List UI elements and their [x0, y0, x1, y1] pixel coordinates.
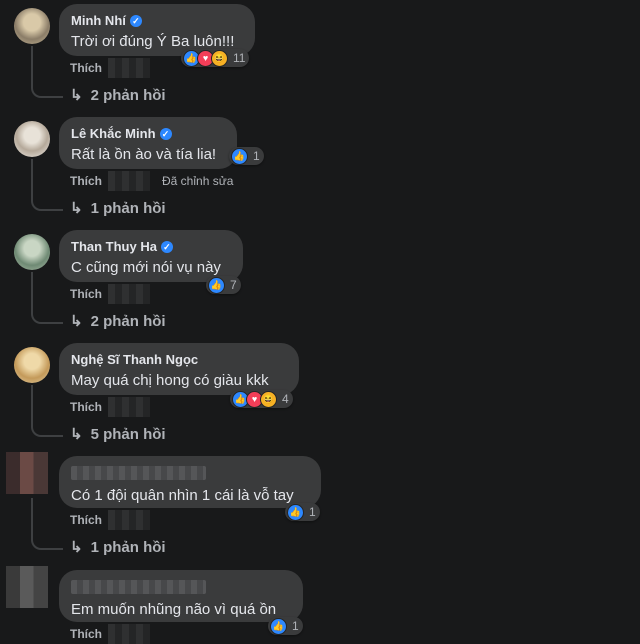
reply-arrow-icon: ↳	[70, 87, 83, 104]
reply-arrow-icon: ↳	[70, 200, 83, 217]
thread-line	[31, 385, 33, 423]
reaction-count: 1	[292, 619, 299, 633]
like-icon: 👍	[231, 147, 248, 165]
comment-actions: Thích Đã chỉnh sửa	[70, 171, 233, 191]
like-link[interactable]: Thích	[70, 61, 102, 75]
comment-actions: Thích	[70, 58, 150, 78]
avatar[interactable]	[14, 347, 50, 383]
avatar[interactable]	[14, 234, 50, 270]
commenter-name[interactable]: Than Thuy Ha	[71, 239, 157, 254]
like-link[interactable]: Thích	[70, 287, 102, 301]
comment-bubble: Có 1 đội quân nhìn 1 cái là vỗ tay	[59, 456, 321, 508]
comment-bubble: Than Thuy Ha ✓ C cũng mới nói vụ này	[59, 230, 243, 282]
comment-text: C cũng mới nói vụ này	[71, 259, 221, 276]
reaction-summary[interactable]: 👍 ♥ 😆 4	[230, 390, 293, 408]
blurred-timestamp	[108, 284, 150, 304]
blurred-commenter-name	[71, 580, 206, 594]
reply-arrow-icon: ↳	[70, 313, 83, 330]
thread-line	[31, 159, 33, 197]
comment-text: Rất là ồn ào và tía lia!	[71, 146, 217, 163]
like-link[interactable]: Thích	[70, 627, 102, 641]
reaction-count: 1	[253, 149, 260, 163]
view-replies-link[interactable]: ↳ 1 phản hồi	[70, 199, 166, 218]
replies-count-label: 5 phản hồi	[90, 425, 166, 443]
view-replies-link[interactable]: ↳ 2 phản hồi	[70, 312, 166, 331]
comment-actions: Thích	[70, 510, 150, 530]
thread-line	[31, 46, 33, 84]
replies-count-label: 2 phản hồi	[90, 86, 166, 104]
view-replies-link[interactable]: ↳ 2 phản hồi	[70, 86, 166, 105]
replies-count-label: 2 phản hồi	[90, 312, 166, 330]
blurred-timestamp	[108, 510, 150, 530]
like-link[interactable]: Thích	[70, 174, 102, 188]
comment-bubble: Em muốn nhũng não vì quá ồn	[59, 570, 303, 622]
blurred-timestamp	[108, 171, 150, 191]
blurred-timestamp	[108, 397, 150, 417]
reaction-count: 7	[230, 278, 237, 292]
edited-label: Đã chỉnh sửa	[162, 174, 234, 188]
verified-badge-icon: ✓	[159, 127, 172, 140]
verified-badge-icon: ✓	[160, 240, 173, 253]
reaction-count: 4	[282, 392, 289, 406]
thread-hook	[31, 534, 63, 550]
thread-hook	[31, 82, 63, 98]
blurred-timestamp	[108, 624, 150, 644]
reaction-summary[interactable]: 👍 1	[229, 147, 264, 165]
like-icon: 👍	[287, 503, 304, 521]
thread-hook	[31, 421, 63, 437]
comment-bubble: Nghệ Sĩ Thanh Ngọc May quá chị hong có g…	[59, 343, 299, 395]
reaction-summary[interactable]: 👍 1	[268, 617, 303, 635]
replies-count-label: 1 phản hồi	[90, 199, 166, 217]
like-icon: 👍	[270, 617, 287, 635]
comment-text: May quá chị hong có giàu kkk	[71, 372, 269, 389]
commenter-name[interactable]: Nghệ Sĩ Thanh Ngọc	[71, 352, 198, 367]
reaction-summary[interactable]: 👍 1	[285, 503, 320, 521]
like-icon: 👍	[208, 276, 225, 294]
reply-arrow-icon: ↳	[70, 539, 83, 556]
comment-actions: Thích	[70, 284, 150, 304]
haha-icon: 😆	[260, 390, 277, 408]
blurred-timestamp	[108, 58, 150, 78]
verified-badge-icon: ✓	[129, 14, 142, 27]
thread-hook	[31, 308, 63, 324]
like-link[interactable]: Thích	[70, 513, 102, 527]
haha-icon: 😆	[211, 49, 228, 67]
avatar[interactable]	[14, 8, 50, 44]
thread-hook	[31, 195, 63, 211]
like-link[interactable]: Thích	[70, 400, 102, 414]
blurred-commenter-name	[71, 466, 206, 480]
comment-bubble: Lê Khắc Minh ✓ Rất là ồn ào và tía lia!	[59, 117, 237, 169]
comment-text: Trời ơi đúng Ý Ba luôn!!!	[71, 33, 235, 50]
reaction-count: 1	[309, 505, 316, 519]
view-replies-link[interactable]: ↳ 1 phản hồi	[70, 538, 166, 557]
comment-text: Em muốn nhũng não vì quá ồn	[71, 601, 277, 618]
avatar[interactable]	[6, 566, 48, 608]
avatar[interactable]	[6, 452, 48, 494]
commenter-name[interactable]: Lê Khắc Minh	[71, 126, 156, 141]
reaction-summary[interactable]: 👍 ♥ 😆 11	[181, 49, 250, 67]
thread-line	[31, 498, 33, 536]
replies-count-label: 1 phản hồi	[90, 538, 166, 556]
comment-actions: Thích	[70, 397, 150, 417]
avatar[interactable]	[14, 121, 50, 157]
comment-actions: Thích	[70, 624, 150, 644]
thread-line	[31, 272, 33, 310]
reply-arrow-icon: ↳	[70, 426, 83, 443]
reaction-count: 11	[233, 51, 246, 65]
comment-text: Có 1 đội quân nhìn 1 cái là vỗ tay	[71, 487, 294, 504]
reaction-summary[interactable]: 👍 7	[206, 276, 241, 294]
view-replies-link[interactable]: ↳ 5 phản hồi	[70, 425, 166, 444]
commenter-name[interactable]: Minh Nhí	[71, 13, 126, 28]
